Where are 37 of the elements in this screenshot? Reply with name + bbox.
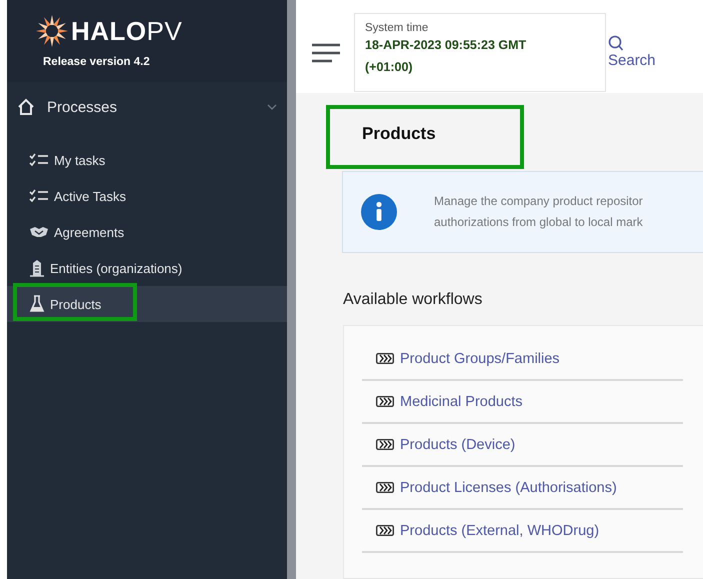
flask-icon	[29, 295, 45, 313]
page-title: Products	[362, 124, 437, 144]
section-heading: Available workflows	[343, 291, 484, 309]
sidebar-item[interactable]: Entities (organizations)	[7, 250, 287, 286]
sidebar-item[interactable]: Agreements	[7, 214, 287, 250]
scrollbar[interactable]	[287, 0, 296, 579]
workflow-link[interactable]: Product Groups/Families	[362, 338, 683, 381]
checklist-icon	[29, 153, 49, 167]
sidebar-item[interactable]: Products	[7, 286, 287, 322]
chevrons-icon	[376, 482, 394, 493]
workflow-link[interactable]: Products (Device)	[362, 424, 683, 467]
handshake-icon	[29, 226, 49, 238]
processes-menu-header[interactable]: Processes	[7, 86, 287, 128]
release-version: Release version 4.2	[43, 56, 151, 68]
system-time-value: (+01:00)	[365, 59, 414, 76]
sidebar-item[interactable]: Active Tasks	[7, 178, 287, 214]
system-time-label: System time	[365, 22, 430, 34]
chevrons-icon	[376, 439, 394, 450]
info-icon	[361, 194, 397, 230]
chevrons-icon	[376, 353, 394, 364]
system-time-value: 18-APR-2023 09:55:23 GMT	[365, 37, 528, 54]
sidebar-item[interactable]: My tasks	[7, 142, 287, 178]
home-icon	[17, 98, 35, 116]
workflow-link[interactable]: Product Licenses (Authorisations)	[362, 467, 683, 510]
search-button[interactable]: Search	[608, 35, 656, 69]
sunburst-logo-icon	[35, 14, 69, 48]
building-icon	[29, 259, 45, 277]
workflow-link[interactable]: Products (External, WHODrug)	[362, 510, 683, 553]
menu-icon[interactable]	[312, 43, 340, 63]
chevrons-icon	[376, 525, 394, 536]
info-text: authorizations from global to local mark	[434, 214, 643, 231]
workflow-link[interactable]: Medicinal Products	[362, 381, 683, 424]
search-icon	[608, 35, 624, 52]
checklist-icon	[29, 189, 49, 203]
logo-wordmark: HALOPV	[71, 16, 182, 46]
chevrons-icon	[376, 396, 394, 407]
info-text: Manage the company product repositor	[434, 193, 643, 210]
